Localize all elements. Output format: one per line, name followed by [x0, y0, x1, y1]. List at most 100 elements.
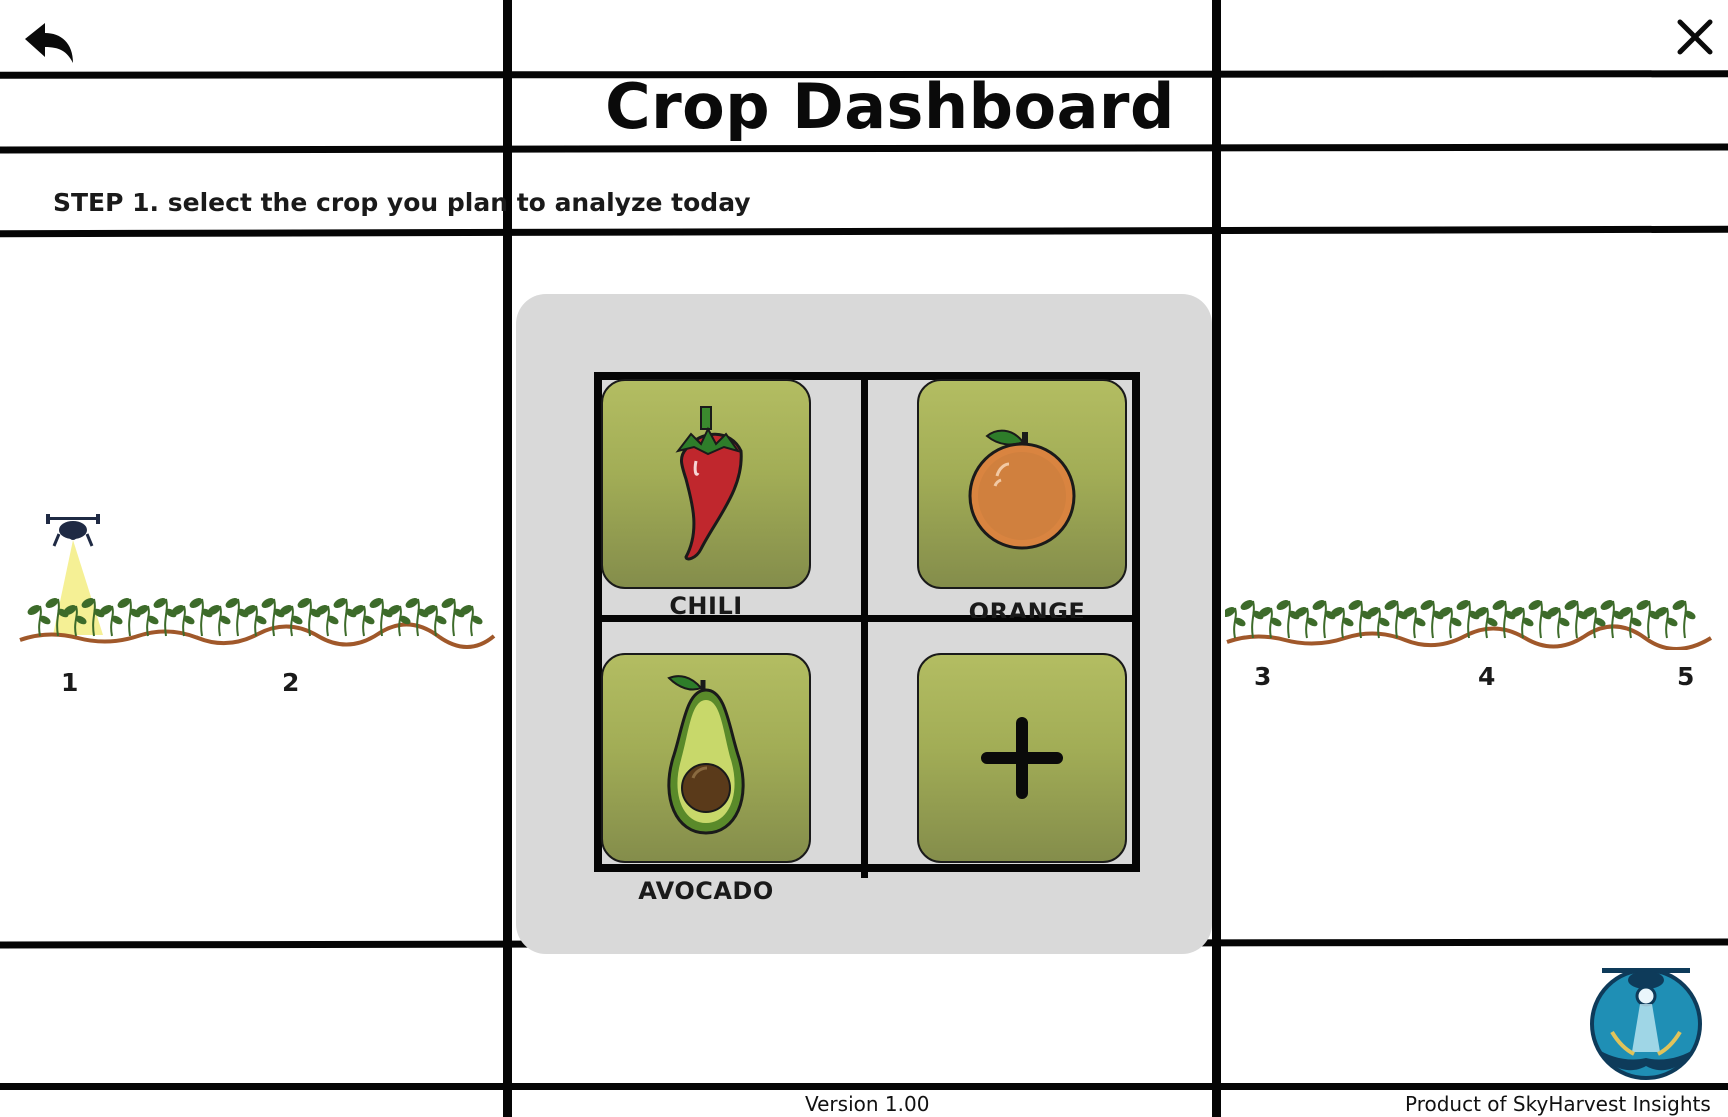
page-title: Crop Dashboard — [605, 70, 1175, 143]
seedling-leaf — [1276, 600, 1290, 610]
seedling-leaf — [291, 615, 303, 625]
seedling-leaf — [1234, 617, 1246, 627]
seedling — [1323, 600, 1327, 639]
crop-tile-avocado[interactable] — [601, 653, 811, 863]
field-left — [18, 510, 496, 650]
seedling-leaf — [225, 598, 239, 608]
seedling-leaf — [435, 615, 447, 625]
seedling — [272, 598, 276, 637]
seedling-leaf — [441, 598, 455, 608]
seedling-leaf — [1672, 600, 1686, 610]
seedling-leaf — [351, 605, 365, 615]
seedling — [236, 598, 240, 637]
crop-tile-chili[interactable] — [601, 379, 811, 589]
seedling-leaf — [111, 615, 123, 625]
seedling — [1395, 600, 1399, 639]
seedling — [1503, 600, 1507, 639]
field-marker-2: 2 — [282, 668, 300, 697]
seedling — [1611, 600, 1615, 639]
seedling-leaf — [1564, 600, 1578, 610]
seedling-leaf — [135, 605, 149, 615]
field-marker-4: 4 — [1478, 662, 1496, 691]
chili-icon — [675, 406, 743, 561]
seedling-leaf — [333, 598, 347, 608]
grid-line — [0, 143, 1728, 154]
crop-label-orange: ORANGE — [968, 598, 1086, 618]
seedling — [416, 598, 420, 637]
seedling — [1251, 600, 1255, 639]
seedling-leaf — [117, 598, 131, 608]
seedling — [200, 598, 204, 637]
seedling — [1287, 600, 1291, 639]
seedling-leaf — [1582, 607, 1596, 617]
seedling-leaf — [315, 605, 329, 615]
close-button[interactable] — [1672, 14, 1718, 60]
seedling-leaf — [1522, 617, 1534, 627]
seedling-leaf — [1414, 617, 1426, 627]
seedling-leaf — [1258, 607, 1272, 617]
back-button[interactable] — [20, 18, 78, 68]
seedling-leaf — [99, 605, 113, 615]
seedling-leaf — [1306, 617, 1318, 627]
seedling-leaf — [1342, 617, 1354, 627]
seedling-leaf — [207, 605, 221, 615]
close-icon — [1677, 19, 1713, 55]
seedling-leaf — [1438, 607, 1452, 617]
skyharvest-logo — [1582, 962, 1710, 1080]
seedling-leaf — [1402, 607, 1416, 617]
seedling-leaf — [363, 615, 375, 625]
crop-label-chili: CHILI — [669, 592, 743, 616]
seedling — [1539, 600, 1543, 639]
seedling-leaf — [1558, 617, 1570, 627]
seedling-leaf — [471, 615, 483, 625]
seedling — [128, 598, 132, 637]
seedling-leaf — [153, 598, 167, 608]
seedling-leaf — [423, 605, 437, 615]
seedling — [1575, 600, 1579, 639]
seedling-leaf — [1618, 607, 1632, 617]
seedling-leaf — [189, 598, 203, 608]
seedling — [1647, 600, 1651, 639]
grid-divider — [861, 372, 868, 878]
seedling-leaf — [1384, 600, 1398, 610]
seedling-leaf — [1450, 617, 1462, 627]
seedling-leaf — [327, 615, 339, 625]
skyharvest-logo-icon — [1590, 968, 1702, 1080]
seedling-leaf — [1240, 600, 1254, 610]
seedling-leaf — [387, 605, 401, 615]
field-marker-3: 3 — [1254, 662, 1272, 691]
seedling-leaf — [45, 598, 59, 608]
back-arrow-icon — [25, 23, 73, 63]
seedling-leaf — [243, 605, 257, 615]
seedling-leaf — [1330, 607, 1344, 617]
seedling-leaf — [1378, 617, 1390, 627]
seedling-leaf — [369, 598, 383, 608]
seedling-leaf — [1222, 607, 1236, 617]
seedling-leaf — [279, 605, 293, 615]
plus-icon — [981, 717, 1063, 799]
product-credit: Product of SkyHarvest Insights — [1405, 1092, 1711, 1116]
seedling-leaf — [183, 615, 195, 625]
seedling-leaf — [405, 598, 419, 608]
seedling-leaf — [1528, 600, 1542, 610]
seedling-leaf — [1420, 600, 1434, 610]
seedling-leaf — [1654, 607, 1668, 617]
crop-tile-orange[interactable] — [917, 379, 1127, 589]
avocado-icon — [667, 675, 745, 835]
seedling-leaf — [1630, 617, 1642, 627]
step-instruction: STEP 1. select the crop you plan to anal… — [53, 188, 751, 217]
seedling-leaf — [255, 615, 267, 625]
grid-line — [1212, 0, 1221, 1117]
crop-label-avocado: AVOCADO — [638, 877, 774, 905]
seedling-leaf — [1594, 617, 1606, 627]
seedling-leaf — [1366, 607, 1380, 617]
field-marker-1: 1 — [61, 668, 79, 697]
seedling — [344, 598, 348, 637]
seedling-leaf — [1270, 617, 1282, 627]
seedling — [1683, 600, 1687, 639]
seedling-leaf — [261, 598, 275, 608]
field-right — [1222, 570, 1713, 651]
seedling-leaf — [1348, 600, 1362, 610]
add-crop-button[interactable] — [917, 653, 1127, 863]
grid-line — [0, 225, 1728, 238]
